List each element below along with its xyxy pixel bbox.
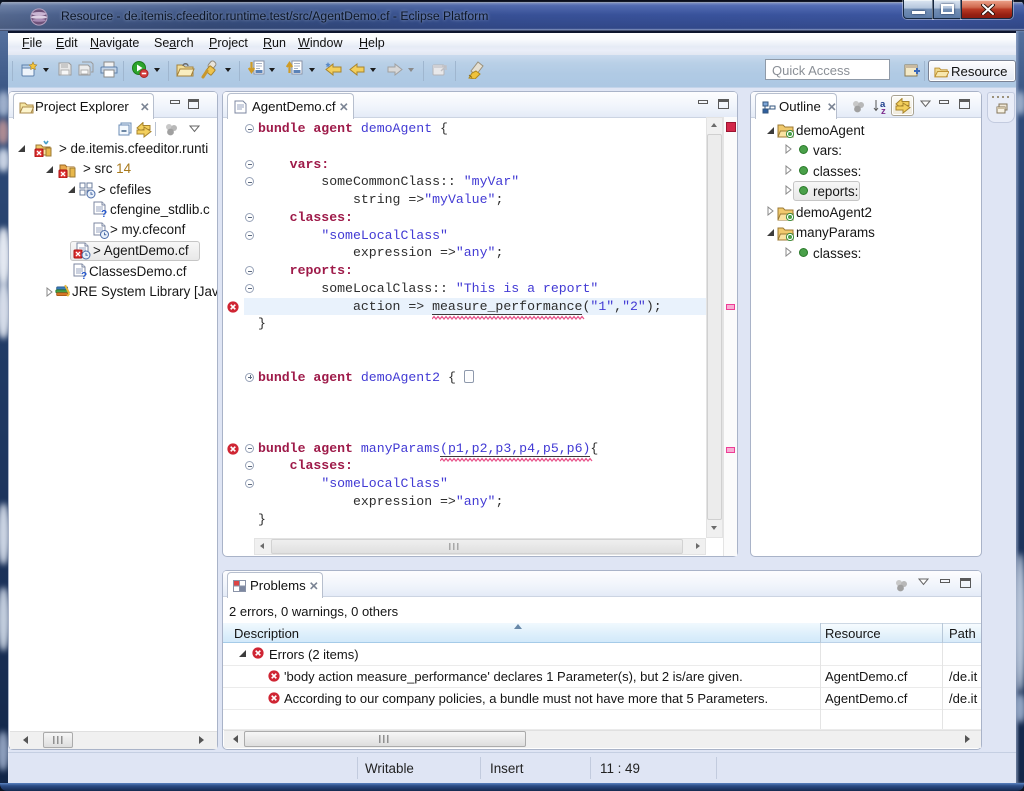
svg-text:z: z (881, 106, 886, 115)
svg-text:?: ? (81, 271, 87, 280)
svg-text:?: ? (101, 209, 107, 218)
